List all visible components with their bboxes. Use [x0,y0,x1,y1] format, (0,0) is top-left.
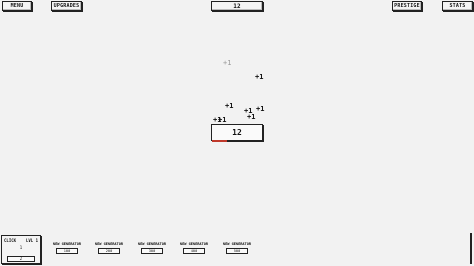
scrollbar[interactable] [470,233,472,264]
floating-gain: +1 [247,113,256,121]
generator-label: NEW GENERATOR [94,242,124,246]
generator-label: NEW GENERATOR [222,242,252,246]
generator-label: NEW GENERATOR [52,242,82,246]
click-panel-title: CLICK [4,238,17,243]
generator-buy-button[interactable]: 500 [226,248,248,254]
generator-label: NEW GENERATOR [179,242,209,246]
upgrades-button[interactable]: UPGRADES [51,1,82,11]
menu-button[interactable]: MENU [2,1,32,11]
floating-gain: +1 [225,102,234,110]
generator-slot: NEW GENERATOR 300 [137,242,167,254]
click-value: 1 [19,245,23,250]
generator-label: NEW GENERATOR [137,242,167,246]
click-upgrade-panel: CLICK LVL 1 1 2 [1,235,41,264]
click-target[interactable]: 12 [211,124,263,141]
generator-buy-button[interactable]: 300 [141,248,163,254]
generator-slot: NEW GENERATOR 500 [222,242,252,254]
prestige-button[interactable]: PRESTIGE [392,1,422,11]
generator-buy-button[interactable]: 200 [98,248,120,254]
generator-buy-button[interactable]: 100 [56,248,78,254]
generator-slot: NEW GENERATOR 100 [52,242,82,254]
floating-gain: +1 [256,105,265,113]
click-upgrade-button[interactable]: 2 [7,256,35,262]
floating-gain: +1 [218,116,227,124]
generator-buy-button[interactable]: 400 [183,248,205,254]
generator-slot: NEW GENERATOR 400 [179,242,209,254]
currency-counter: 12 [211,1,263,11]
generator-slot: NEW GENERATOR 200 [94,242,124,254]
stats-button[interactable]: STATS [442,1,473,11]
floating-gain: +1 [255,73,264,81]
click-progress-bar [212,140,227,142]
click-level: LVL 1 [25,238,38,243]
floating-gain: +1 [223,59,232,67]
